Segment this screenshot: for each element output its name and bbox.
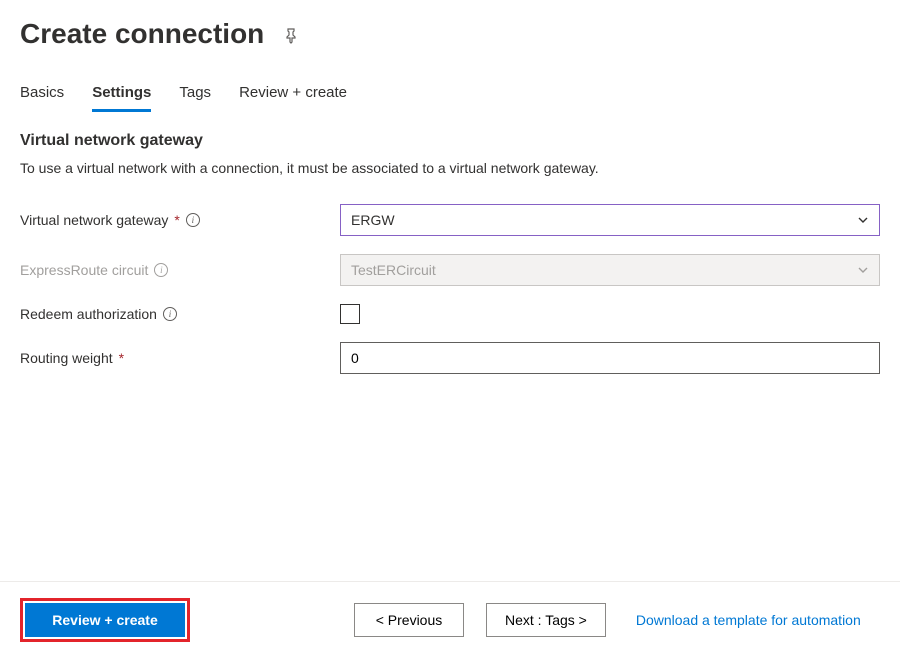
control-redeem-authorization	[340, 304, 880, 324]
row-routing-weight: Routing weight *	[20, 342, 880, 374]
input-routing-weight[interactable]	[340, 342, 880, 374]
checkbox-redeem-authorization[interactable]	[340, 304, 360, 324]
info-icon[interactable]: i	[186, 213, 200, 227]
tab-settings[interactable]: Settings	[92, 84, 151, 112]
label-redeem-authorization: Redeem authorization i	[20, 306, 340, 322]
required-asterisk: *	[174, 212, 179, 228]
select-value-circuit: TestERCircuit	[351, 262, 436, 278]
pin-icon[interactable]	[282, 27, 300, 45]
tab-bar: Basics Settings Tags Review + create	[0, 50, 900, 112]
required-asterisk: *	[119, 350, 124, 366]
row-redeem-authorization: Redeem authorization i	[20, 304, 880, 324]
tab-basics[interactable]: Basics	[20, 84, 64, 112]
tab-review-create[interactable]: Review + create	[239, 84, 347, 112]
page-title: Create connection	[20, 18, 264, 50]
previous-button[interactable]: < Previous	[354, 603, 464, 637]
info-icon[interactable]: i	[154, 263, 168, 277]
label-expressroute-circuit: ExpressRoute circuit i	[20, 262, 340, 278]
row-virtual-network-gateway: Virtual network gateway * i ERGW	[20, 204, 880, 236]
wizard-footer: Review + create < Previous Next : Tags >…	[0, 581, 900, 660]
tab-tags[interactable]: Tags	[179, 84, 211, 112]
settings-section: Virtual network gateway To use a virtual…	[0, 112, 900, 374]
control-virtual-network-gateway: ERGW	[340, 204, 880, 236]
page-header: Create connection	[0, 0, 900, 50]
chevron-down-icon	[857, 264, 869, 276]
select-expressroute-circuit: TestERCircuit	[340, 254, 880, 286]
label-text-routing-weight: Routing weight	[20, 350, 113, 366]
download-template-link[interactable]: Download a template for automation	[636, 612, 861, 628]
label-routing-weight: Routing weight *	[20, 350, 340, 366]
label-text-circuit: ExpressRoute circuit	[20, 262, 148, 278]
control-expressroute-circuit: TestERCircuit	[340, 254, 880, 286]
label-virtual-network-gateway: Virtual network gateway * i	[20, 212, 340, 228]
next-button[interactable]: Next : Tags >	[486, 603, 606, 637]
review-create-button[interactable]: Review + create	[25, 603, 185, 637]
chevron-down-icon	[857, 214, 869, 226]
label-text-redeem: Redeem authorization	[20, 306, 157, 322]
select-value-vng: ERGW	[351, 212, 395, 228]
highlight-review-create: Review + create	[20, 598, 190, 642]
label-text-vng: Virtual network gateway	[20, 212, 168, 228]
info-icon[interactable]: i	[163, 307, 177, 321]
control-routing-weight	[340, 342, 880, 374]
section-heading: Virtual network gateway	[20, 132, 880, 150]
section-description: To use a virtual network with a connecti…	[20, 160, 880, 176]
select-virtual-network-gateway[interactable]: ERGW	[340, 204, 880, 236]
row-expressroute-circuit: ExpressRoute circuit i TestERCircuit	[20, 254, 880, 286]
